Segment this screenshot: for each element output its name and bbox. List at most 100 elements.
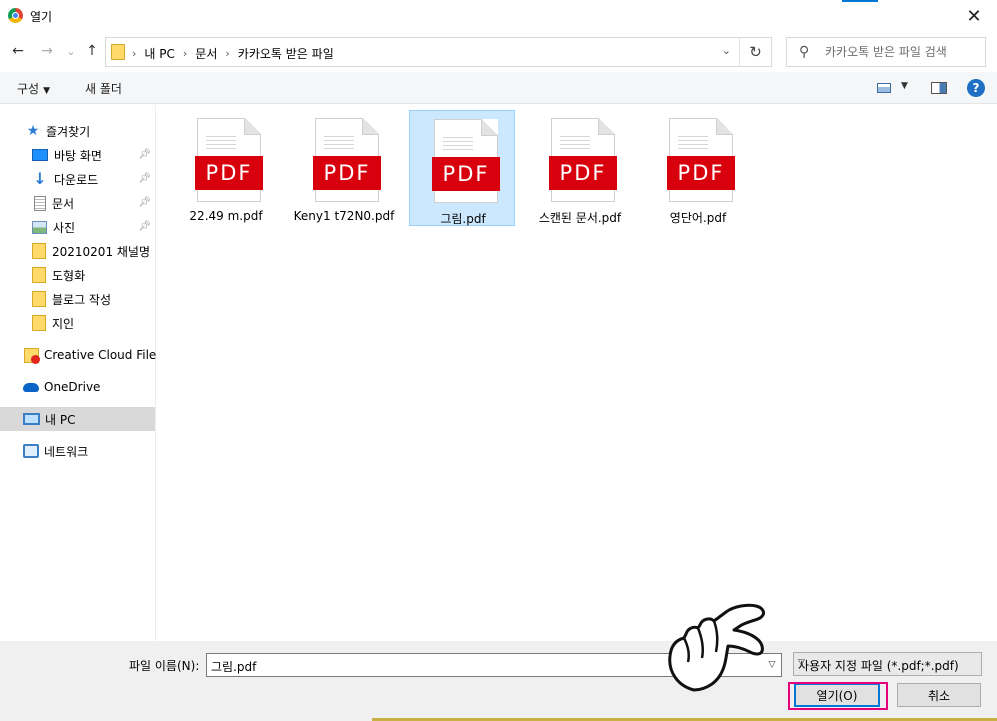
creative-cloud-icon [24, 347, 40, 364]
sidebar-item-network[interactable]: 네트워크 [0, 439, 155, 463]
folder-icon [111, 44, 125, 60]
network-icon [23, 444, 39, 458]
file-item-selected[interactable]: PDF 그림.pdf [409, 110, 515, 226]
sidebar-item-label: 내 PC [45, 412, 76, 427]
file-name: 영단어.pdf [669, 211, 727, 225]
file-name: 스캔된 문서.pdf [538, 211, 622, 225]
breadcrumb-separator: › [225, 47, 230, 60]
sidebar-item-folder[interactable]: 20210201 채널명 [0, 239, 155, 263]
close-icon[interactable]: ✕ [951, 0, 997, 32]
preview-pane-icon[interactable] [931, 82, 947, 94]
caret-down-icon: ▼ [43, 86, 51, 96]
address-bar[interactable]: › 내 PC › 문서 › 카카오톡 받은 파일 ⌄ ↻ [105, 37, 772, 67]
sidebar-item-label: 블로그 작성 [52, 292, 112, 307]
chrome-icon [8, 8, 23, 23]
file-item[interactable]: PDF 스캔된 문서.pdf [527, 110, 633, 226]
file-item[interactable]: PDF Keny1 t72N0.pdf [291, 110, 397, 226]
sidebar-item-label: Creative Cloud Files [44, 348, 163, 362]
desktop-icon [32, 149, 48, 161]
file-item[interactable]: PDF 22.49 m.pdf [173, 110, 279, 226]
folder-icon [32, 315, 46, 331]
folder-icon [32, 243, 46, 259]
cancel-button[interactable]: 취소 [897, 683, 981, 707]
sidebar-item-label: 20210201 채널명 [52, 244, 151, 259]
change-view-icon[interactable] [877, 83, 891, 93]
file-list: PDF 22.49 m.pdf PDF Keny1 t72N0.pdf PDF … [157, 105, 997, 641]
sidebar-item-label: 사진 [53, 220, 76, 235]
sidebar-item-label: OneDrive [44, 380, 101, 394]
navigation-bar: ← → ⌄ ↑ › 내 PC › 문서 › 카카오톡 받은 파일 ⌄ ↻ ⚲ [0, 32, 997, 70]
organize-label: 구성 [17, 82, 40, 96]
sidebar-item-documents[interactable]: 문서 📌︎ [0, 191, 155, 215]
star-icon: ★ [26, 123, 40, 139]
window-title: 열기 [30, 10, 53, 24]
sidebar-item-quick-access[interactable]: ★ 즐겨찾기 [0, 119, 155, 143]
address-dropdown-chevron-icon[interactable]: ⌄ [722, 44, 731, 57]
pin-icon[interactable]: 📌︎ [138, 197, 151, 208]
file-name: 그림.pdf [440, 212, 486, 226]
pictures-icon [32, 220, 47, 234]
download-icon: ↓ [33, 169, 47, 188]
up-arrow-icon[interactable]: ↑ [82, 41, 102, 61]
sidebar-item-label: 바탕 화면 [54, 148, 102, 163]
sidebar-item-label: 지인 [52, 316, 75, 331]
breadcrumb: › 내 PC › 문서 › 카카오톡 받은 파일 [132, 45, 334, 62]
search-input[interactable] [825, 43, 980, 61]
new-folder-button[interactable]: 새 폴더 [85, 80, 122, 97]
refresh-icon[interactable]: ↻ [739, 38, 771, 66]
pdf-badge: PDF [432, 157, 500, 191]
breadcrumb-item[interactable]: 카카오톡 받은 파일 [238, 45, 334, 62]
sidebar-item-this-pc[interactable]: 내 PC [0, 407, 155, 431]
sidebar-item-label: 즐겨찾기 [46, 124, 91, 139]
navigation-pane: ★ 즐겨찾기 바탕 화면 📌︎ ↓ 다운로드 📌︎ 문서 📌︎ 사진 📌︎ 20… [0, 105, 163, 641]
open-button-highlight-box [788, 682, 888, 710]
forward-arrow-icon[interactable]: → [37, 41, 57, 61]
sidebar-item-label: 도형화 [52, 268, 86, 283]
pdf-badge: PDF [195, 156, 263, 190]
file-item[interactable]: PDF 영단어.pdf [645, 110, 751, 226]
folder-icon [32, 291, 46, 307]
filename-value: 그림.pdf [211, 660, 257, 674]
sidebar-item-folder[interactable]: 블로그 작성 [0, 287, 155, 311]
sidebar-item-folder[interactable]: 지인 [0, 311, 155, 335]
filetype-select[interactable]: 사용자 지정 파일 (*.pdf;*.pdf) ▽ [793, 652, 982, 676]
sidebar-item-label: 다운로드 [54, 172, 99, 187]
recent-locations-chevron-icon[interactable]: ⌄ [61, 41, 81, 61]
sidebar-item-desktop[interactable]: 바탕 화면 📌︎ [0, 143, 155, 167]
chevron-down-icon: ▽ [798, 658, 805, 668]
sidebar-item-label: 문서 [52, 196, 75, 211]
sidebar-item-creative-cloud[interactable]: Creative Cloud Files [0, 343, 163, 367]
onedrive-icon [23, 382, 39, 392]
file-name: Keny1 t72N0.pdf [293, 209, 395, 223]
breadcrumb-item[interactable]: 내 PC [144, 45, 174, 62]
sidebar-item-label: 네트워크 [44, 444, 89, 459]
back-arrow-icon[interactable]: ← [8, 41, 28, 61]
sidebar-item-downloads[interactable]: ↓ 다운로드 📌︎ [0, 167, 155, 191]
help-icon[interactable]: ? [967, 79, 985, 97]
sidebar-item-folder[interactable]: 도형화 [0, 263, 155, 287]
breadcrumb-item[interactable]: 문서 [195, 45, 217, 62]
breadcrumb-separator: › [182, 47, 188, 60]
view-options-caret-icon[interactable]: ▼ [901, 81, 908, 91]
filename-label: 파일 이름(N): [129, 659, 200, 673]
sidebar-item-onedrive[interactable]: OneDrive [0, 375, 155, 399]
pin-icon[interactable]: 📌︎ [138, 149, 151, 160]
title-bar: 열기 ✕ [0, 0, 997, 32]
pin-icon[interactable]: 📌︎ [138, 173, 151, 184]
pdf-badge: PDF [667, 156, 735, 190]
pin-icon[interactable]: 📌︎ [138, 221, 151, 232]
this-pc-icon [23, 413, 40, 425]
file-name: 22.49 m.pdf [189, 209, 263, 223]
search-box[interactable]: ⚲ [786, 37, 986, 67]
breadcrumb-separator: › [132, 47, 137, 60]
pointing-hand-icon [668, 603, 765, 692]
sidebar-item-pictures[interactable]: 사진 📌︎ [0, 215, 155, 239]
pdf-badge: PDF [313, 156, 381, 190]
search-icon: ⚲ [799, 44, 810, 60]
folder-icon [32, 267, 46, 283]
document-icon [34, 195, 46, 211]
title-accent-line [842, 0, 878, 2]
organize-button[interactable]: 구성 ▼ [17, 80, 50, 97]
command-toolbar: 구성 ▼ 새 폴더 ▼ ? [0, 72, 997, 104]
pdf-badge: PDF [549, 156, 617, 190]
